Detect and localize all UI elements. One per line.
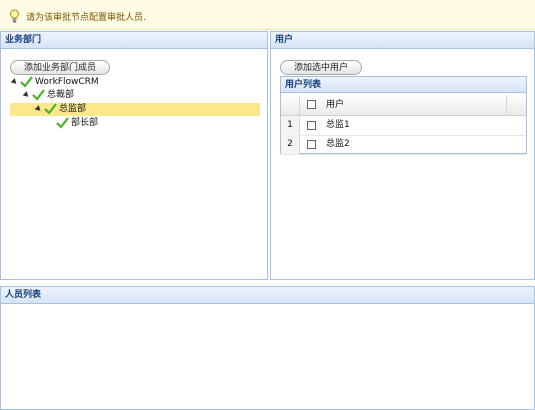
add-department-member-button[interactable]: 添加业务部门成员	[10, 60, 110, 75]
tree-node-president[interactable]: 总裁部	[10, 89, 260, 102]
tree-node-workflowcrm[interactable]: WorkFlowCRM	[10, 76, 260, 89]
notice-text: 请为该审批节点配置审批人员.	[26, 13, 146, 23]
add-selected-user-button[interactable]: 添加选中用户	[280, 60, 362, 75]
triangle-down-icon[interactable]	[22, 91, 31, 99]
column-header-user[interactable]: 用户	[326, 95, 344, 115]
column-divider	[506, 95, 507, 115]
lightbulb-icon	[10, 9, 19, 23]
table-row[interactable]: 2 总监2	[281, 135, 526, 155]
user-panel: 用户 添加选中用户 用户列表 用户 1 总监1 2 总监2	[270, 31, 535, 280]
tree-node-label: 总监部	[59, 104, 87, 114]
tree-node-label: WorkFlowCRM	[35, 77, 99, 87]
tree-node-director[interactable]: 总监部	[10, 103, 260, 116]
tree-node-label: 部长部	[71, 118, 99, 128]
user-name-cell: 总监2	[326, 139, 350, 149]
row-number: 1	[281, 116, 300, 135]
checkmark-icon	[20, 76, 33, 88]
user-name-cell: 总监1	[326, 120, 350, 130]
checkmark-icon	[32, 89, 45, 101]
department-panel: 业务部门 添加业务部门成员 WorkFlowCRM 总裁部 总监部 部长部	[0, 31, 268, 280]
rownum-header	[281, 95, 300, 115]
checkmark-icon	[44, 103, 57, 115]
user-grid-title: 用户列表	[281, 77, 526, 93]
tree-node-label: 总裁部	[47, 90, 75, 100]
user-panel-title: 用户	[271, 32, 534, 49]
people-list-title: 人员列表	[1, 287, 534, 304]
notice-bar: 请为该审批节点配置审批人员.	[0, 0, 535, 30]
department-panel-title: 业务部门	[1, 32, 267, 49]
tree-node-minister[interactable]: 部长部	[10, 117, 260, 130]
table-row[interactable]: 1 总监1	[281, 116, 526, 136]
checkmark-icon	[56, 117, 69, 129]
user-grid-header: 用户	[281, 95, 526, 116]
people-list-panel: 人员列表	[0, 286, 535, 410]
triangle-down-icon[interactable]	[34, 105, 43, 113]
triangle-down-icon[interactable]	[10, 78, 19, 86]
select-all-checkbox[interactable]	[307, 100, 316, 109]
row-checkbox[interactable]	[307, 140, 316, 149]
row-number: 2	[281, 135, 300, 154]
user-grid: 用户列表 用户 1 总监1 2 总监2	[280, 76, 527, 155]
row-checkbox[interactable]	[307, 121, 316, 130]
